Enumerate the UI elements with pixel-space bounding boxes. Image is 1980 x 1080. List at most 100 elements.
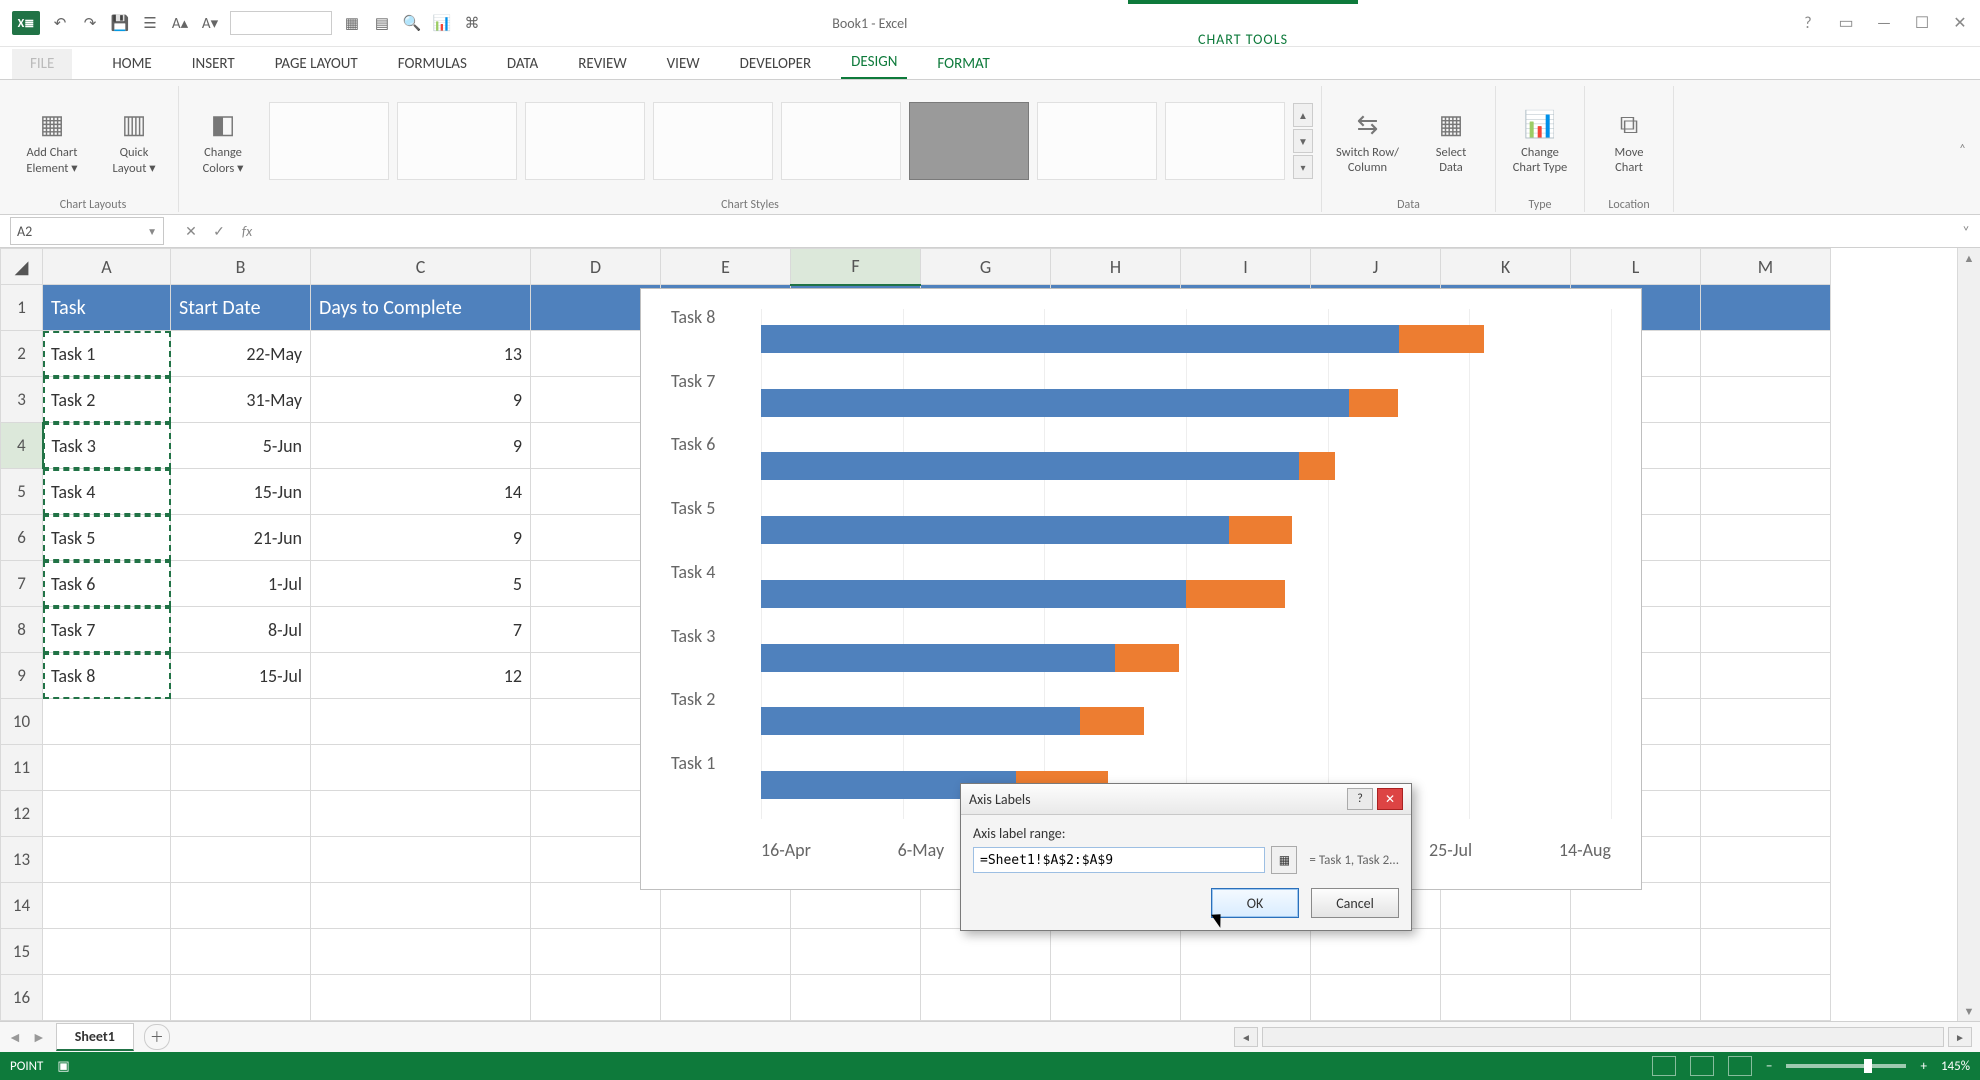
chart-bar[interactable] xyxy=(761,707,1611,735)
row-header[interactable]: 3 xyxy=(1,377,43,423)
chart-style-thumb[interactable] xyxy=(397,102,517,180)
cell[interactable] xyxy=(791,929,921,975)
col-header[interactable]: D xyxy=(531,249,661,285)
col-header[interactable]: A xyxy=(43,249,171,285)
cell[interactable] xyxy=(1701,699,1831,745)
chart-styles-gallery[interactable]: ▲ ▼ ▾ xyxy=(269,102,1313,180)
cell[interactable]: 9 xyxy=(311,515,531,561)
cell[interactable] xyxy=(661,975,791,1021)
select-data-button[interactable]: ▦ Select Data xyxy=(1415,103,1487,179)
cell[interactable] xyxy=(921,929,1051,975)
cancel-button[interactable]: Cancel xyxy=(1311,888,1399,918)
chart-bar[interactable] xyxy=(761,644,1611,672)
chart-style-thumb[interactable] xyxy=(1165,102,1285,180)
name-box[interactable]: A2 ▼ xyxy=(10,217,164,245)
row-header[interactable]: 16 xyxy=(1,975,43,1021)
add-chart-element-button[interactable]: ▦ Add Chart Element ▾ xyxy=(16,103,88,180)
chart-bar[interactable] xyxy=(761,452,1611,480)
cell[interactable]: Task xyxy=(43,285,171,331)
cell[interactable] xyxy=(311,699,531,745)
cell[interactable]: 7 xyxy=(311,607,531,653)
tab-home[interactable]: HOME xyxy=(102,49,161,79)
cell[interactable] xyxy=(531,929,661,975)
tab-insert[interactable]: INSERT xyxy=(182,49,245,79)
cell[interactable] xyxy=(1311,929,1441,975)
macro-record-icon[interactable]: ▣ xyxy=(57,1059,69,1074)
cell[interactable] xyxy=(1181,975,1311,1021)
cell[interactable]: 9 xyxy=(311,377,531,423)
qat-icon-5[interactable]: ⌘ xyxy=(462,13,482,33)
axis-label-range-input[interactable] xyxy=(973,847,1265,873)
row-header[interactable]: 2 xyxy=(1,331,43,377)
cell[interactable]: Task 8 xyxy=(43,653,171,699)
tab-page-layout[interactable]: PAGE LAYOUT xyxy=(265,49,368,79)
maximize-icon[interactable]: ☐ xyxy=(1912,13,1932,33)
gallery-scroll-down-icon[interactable]: ▼ xyxy=(1293,129,1313,153)
qat-icon-3[interactable]: 🔍 xyxy=(402,13,422,33)
chart-style-thumb[interactable] xyxy=(525,102,645,180)
col-header[interactable]: J xyxy=(1311,249,1441,285)
chart-category-label[interactable]: Task 5 xyxy=(671,494,715,522)
cell[interactable] xyxy=(171,929,311,975)
zoom-out-icon[interactable]: − xyxy=(1766,1059,1772,1074)
redo-icon[interactable]: ↷ xyxy=(80,13,100,33)
ok-button[interactable]: OK xyxy=(1211,888,1299,918)
chart-style-thumb[interactable] xyxy=(1037,102,1157,180)
row-header[interactable]: 14 xyxy=(1,883,43,929)
cell[interactable] xyxy=(311,745,531,791)
tab-format[interactable]: FORMAT xyxy=(927,49,999,79)
change-chart-type-button[interactable]: 📊 Change Chart Type xyxy=(1504,103,1576,179)
cell[interactable]: 1-Jul xyxy=(171,561,311,607)
chart-category-label[interactable]: Task 6 xyxy=(671,430,715,458)
chart-style-thumb-selected[interactable] xyxy=(909,102,1029,180)
font-increase-icon[interactable]: A▴ xyxy=(170,13,190,33)
cell[interactable] xyxy=(171,699,311,745)
row-header[interactable]: 6 xyxy=(1,515,43,561)
tab-data[interactable]: DATA xyxy=(497,49,548,79)
row-header[interactable]: 1 xyxy=(1,285,43,331)
cell[interactable] xyxy=(171,745,311,791)
chart-category-label[interactable]: Task 3 xyxy=(671,622,715,650)
cell[interactable] xyxy=(1701,791,1831,837)
cell[interactable] xyxy=(1311,975,1441,1021)
col-header[interactable]: H xyxy=(1051,249,1181,285)
scroll-down-icon[interactable]: ▼ xyxy=(1958,1001,1980,1021)
row-header[interactable]: 9 xyxy=(1,653,43,699)
view-normal-icon[interactable] xyxy=(1652,1056,1676,1076)
cell[interactable] xyxy=(171,975,311,1021)
sheet-nav-next-icon[interactable]: ► xyxy=(32,1029,46,1046)
cell[interactable]: Task 2 xyxy=(43,377,171,423)
cell[interactable] xyxy=(1701,837,1831,883)
cell[interactable]: Task 4 xyxy=(43,469,171,515)
tab-view[interactable]: VIEW xyxy=(657,49,710,79)
col-header[interactable]: M xyxy=(1701,249,1831,285)
sheet-tab-sheet1[interactable]: Sheet1 xyxy=(56,1023,134,1051)
row-header[interactable]: 5 xyxy=(1,469,43,515)
hscroll-left-icon[interactable]: ◄ xyxy=(1234,1027,1258,1047)
cell[interactable]: 14 xyxy=(311,469,531,515)
cell[interactable] xyxy=(1441,929,1571,975)
sheet-nav-prev-icon[interactable]: ◄ xyxy=(8,1029,22,1046)
cell[interactable] xyxy=(1701,285,1831,331)
cell[interactable] xyxy=(43,837,171,883)
cell[interactable]: 12 xyxy=(311,653,531,699)
gallery-more-icon[interactable]: ▾ xyxy=(1293,155,1313,179)
tab-formulas[interactable]: FORMULAS xyxy=(388,49,477,79)
help-icon[interactable]: ? xyxy=(1798,14,1818,33)
column-header-row[interactable]: ◢ A B C D E F G H I J K L M xyxy=(1,249,1831,285)
cell[interactable] xyxy=(171,883,311,929)
view-page-break-icon[interactable] xyxy=(1728,1056,1752,1076)
cell[interactable]: Days to Complete xyxy=(311,285,531,331)
add-sheet-button[interactable]: ＋ xyxy=(144,1024,170,1050)
row-header[interactable]: 12 xyxy=(1,791,43,837)
cell[interactable] xyxy=(43,745,171,791)
collapse-ribbon-icon[interactable]: ˄ xyxy=(1959,142,1972,157)
row-header[interactable]: 4 xyxy=(1,423,43,469)
cell[interactable]: 8-Jul xyxy=(171,607,311,653)
zoom-value[interactable]: 145% xyxy=(1941,1059,1970,1074)
save-icon[interactable]: 💾 xyxy=(110,13,130,33)
cell[interactable] xyxy=(1051,975,1181,1021)
cell[interactable]: Task 3 xyxy=(43,423,171,469)
qat-icon-4[interactable]: 📊 xyxy=(432,13,452,33)
formula-input[interactable] xyxy=(268,219,1952,243)
